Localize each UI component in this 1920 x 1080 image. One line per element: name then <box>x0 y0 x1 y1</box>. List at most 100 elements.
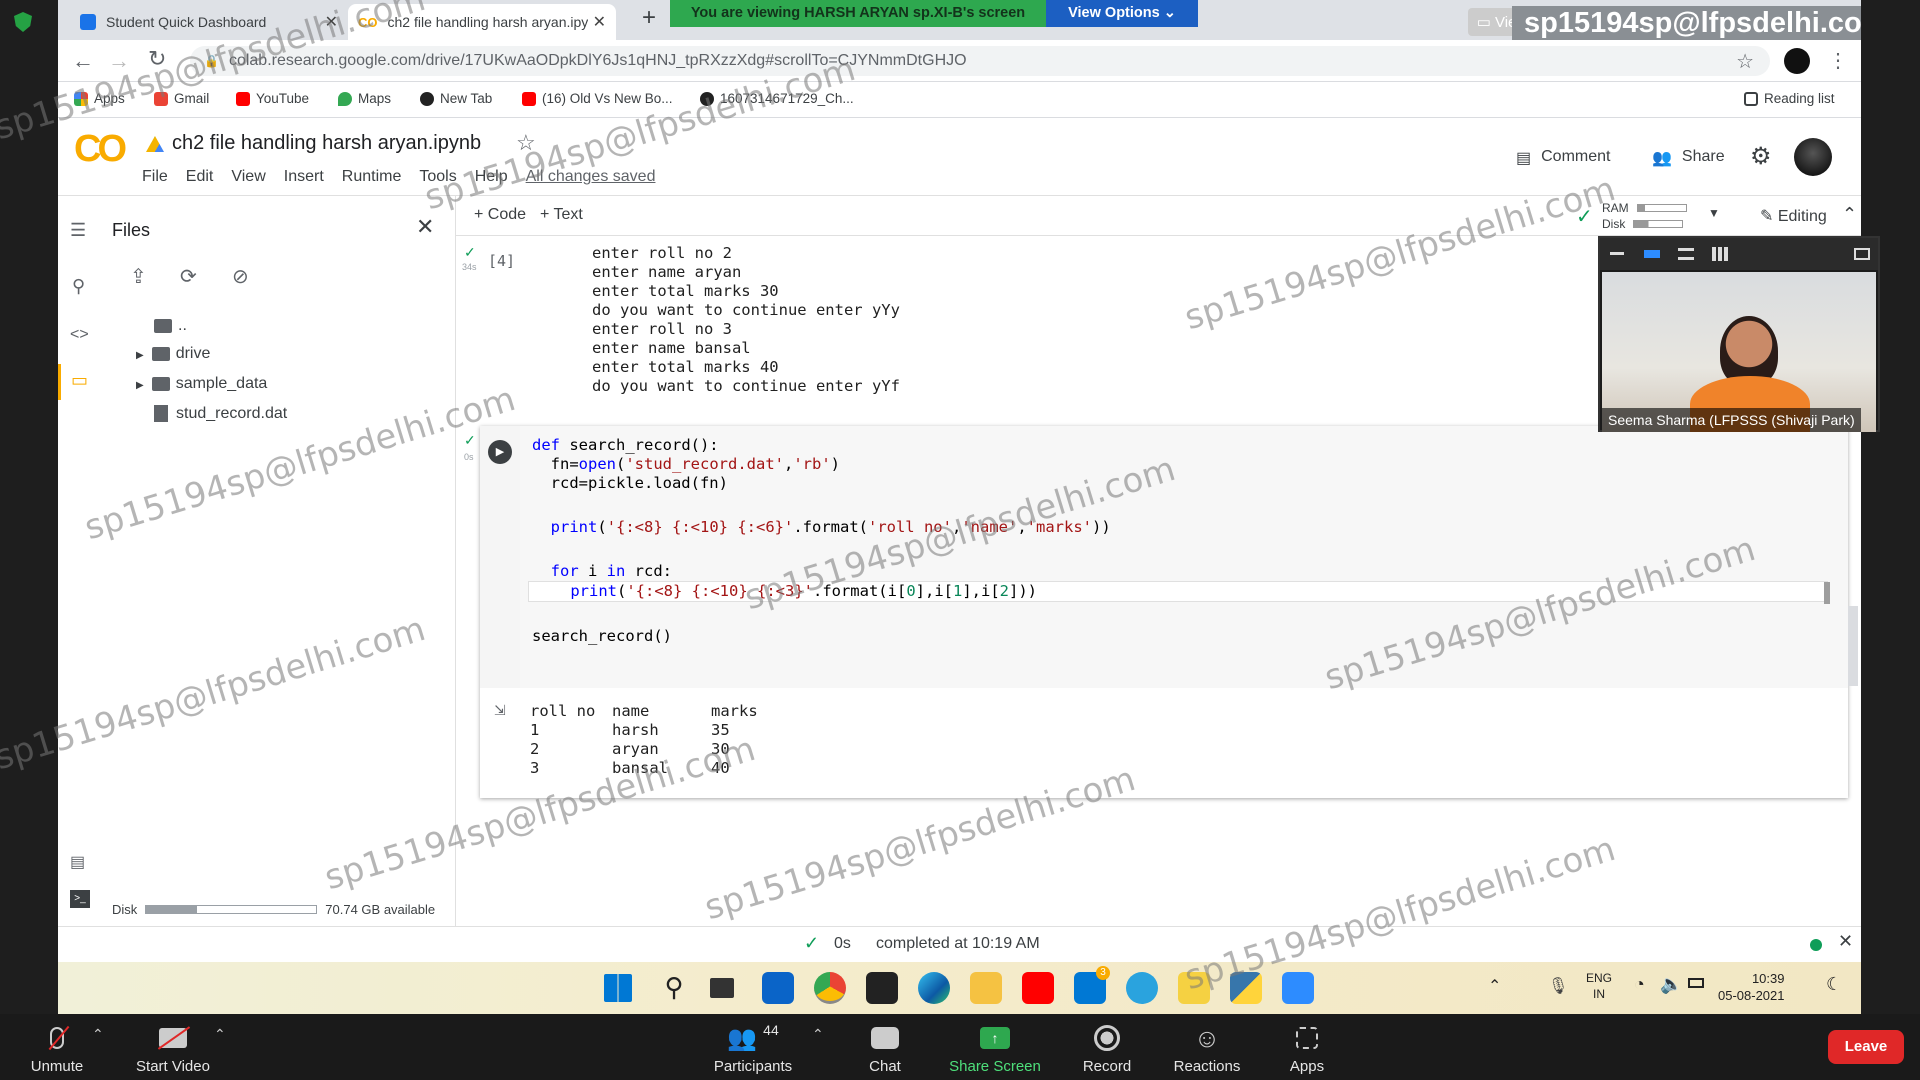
saved-status-link[interactable]: All changes saved <box>526 168 656 186</box>
notebook-scrollbar[interactable] <box>1848 606 1858 686</box>
notification-icon[interactable]: ☾ <box>1826 974 1842 995</box>
video-options-chevron-icon[interactable]: ⌃ <box>214 1026 226 1043</box>
settings-gear-icon[interactable]: ⚙ <box>1750 142 1772 171</box>
star-icon[interactable]: ☆ <box>516 130 536 156</box>
language-indicator[interactable]: ENG IN <box>1586 970 1612 1002</box>
share-button[interactable]: 👥 Share <box>1652 148 1725 168</box>
star-bookmark-icon[interactable]: ☆ <box>1736 49 1754 74</box>
code-snippets-icon[interactable]: <> <box>70 326 89 344</box>
taskbar-search-icon[interactable]: ⚲ <box>658 972 690 1004</box>
python-icon[interactable] <box>1230 972 1262 1004</box>
bookmark-old-vs-new[interactable]: (16) Old Vs New Bo... <box>522 91 673 106</box>
youtube-taskbar-icon[interactable] <box>1022 972 1054 1004</box>
code-cell[interactable]: ▶ def search_record(): fn=open('stud_rec… <box>480 426 1848 798</box>
chat-button[interactable]: Chat <box>830 1022 940 1075</box>
exit-fullscreen-icon[interactable] <box>1854 248 1870 260</box>
view-options-button[interactable]: View Options ⌄ <box>1046 0 1198 27</box>
menu-runtime[interactable]: Runtime <box>342 168 402 186</box>
start-video-button[interactable]: Start Video <box>118 1022 228 1075</box>
leave-button[interactable]: Leave <box>1828 1030 1904 1064</box>
bookmark-gmail[interactable]: Gmail <box>154 91 209 106</box>
file-item-sample-data[interactable]: ▶ sample_data <box>136 370 287 400</box>
expand-arrow-icon[interactable]: ▶ <box>136 350 144 361</box>
wifi-icon[interactable]: ◔ <box>1634 974 1645 995</box>
video-thumbnail[interactable]: Seema Sharma (LFPSSS (Shivaji Park) <box>1598 236 1880 432</box>
back-icon[interactable]: ← <box>72 48 94 74</box>
file-explorer-icon[interactable] <box>970 972 1002 1004</box>
minimize-icon[interactable] <box>1610 252 1624 255</box>
account-avatar[interactable] <box>1794 138 1832 176</box>
url-field[interactable]: 🔒 colab.research.google.com/drive/17UKwA… <box>190 46 1770 76</box>
clock[interactable]: 10:39 05-08-2021 <box>1718 970 1785 1004</box>
command-palette-icon[interactable]: ▤ <box>70 852 85 872</box>
expand-arrow-icon[interactable]: ▶ <box>136 380 144 391</box>
run-cell-icon[interactable]: ▶ <box>488 440 512 464</box>
more-menu-icon[interactable]: ⋮ <box>1828 48 1848 73</box>
terminal-icon[interactable]: >_ <box>70 890 90 908</box>
task-view-icon[interactable] <box>710 978 734 998</box>
reading-list-button[interactable]: Reading list <box>1744 91 1835 106</box>
participants-button[interactable]: 👥 44 Participants <box>698 1022 808 1075</box>
menu-view[interactable]: View <box>231 168 265 186</box>
editor-scrollbar[interactable] <box>1824 582 1830 604</box>
stack-view-icon[interactable] <box>1678 248 1694 260</box>
close-tab-icon[interactable]: ✕ <box>325 12 338 32</box>
close-tab-icon[interactable]: ✕ <box>593 12 606 32</box>
edge-icon[interactable] <box>918 972 950 1004</box>
refresh-folder-icon[interactable]: ⟳ <box>180 264 197 289</box>
tab-student-dashboard[interactable]: Student Quick Dashboard ✕ <box>70 4 348 40</box>
menu-edit[interactable]: Edit <box>186 168 214 186</box>
bookmark-new-tab[interactable]: New Tab <box>420 91 492 106</box>
share-screen-button[interactable]: ↑ Share Screen <box>940 1022 1050 1075</box>
reload-icon[interactable]: ↻ <box>148 46 166 72</box>
unmount-drive-icon[interactable]: ⊘ <box>232 264 249 289</box>
new-tab-icon[interactable]: + <box>642 4 656 32</box>
apps-button[interactable]: Apps <box>1252 1022 1362 1075</box>
drive-icon[interactable] <box>146 136 164 152</box>
add-code-button[interactable]: + Code <box>474 206 526 224</box>
audio-options-chevron-icon[interactable]: ⌃ <box>92 1026 104 1043</box>
zoom-taskbar-icon[interactable] <box>1282 972 1314 1004</box>
windows-start-icon[interactable] <box>604 974 632 1002</box>
notebook-title[interactable]: ch2 file handling harsh aryan.ipynb <box>172 132 481 155</box>
close-status-icon[interactable]: ✕ <box>1838 931 1853 952</box>
collapse-header-icon[interactable]: ⌃ <box>1842 204 1857 225</box>
file-item-drive[interactable]: ▶ drive <box>136 340 287 370</box>
tray-chevron-icon[interactable]: ⌃ <box>1488 976 1501 996</box>
bookmark-maps[interactable]: Maps <box>338 91 391 106</box>
menu-help[interactable]: Help <box>475 168 508 186</box>
bookmark-youtube[interactable]: YouTube <box>236 91 309 106</box>
clear-output-icon[interactable]: ⇲ <box>494 702 506 719</box>
avatar[interactable] <box>1784 48 1810 74</box>
participants-chevron-icon[interactable]: ⌃ <box>812 1026 824 1043</box>
grid-view-icon[interactable] <box>1712 247 1728 261</box>
folder-rail-icon[interactable]: ▭ <box>58 364 98 400</box>
comment-button[interactable]: ▤ Comment <box>1516 148 1610 168</box>
volume-icon[interactable]: 🔈 <box>1660 974 1682 995</box>
search-icon[interactable]: ⚲ <box>72 276 85 297</box>
battery-icon[interactable] <box>1688 978 1704 988</box>
upload-icon[interactable]: ⇪ <box>130 264 147 289</box>
editing-mode-button[interactable]: ✎ Editing <box>1760 206 1827 226</box>
app-icon[interactable] <box>866 972 898 1004</box>
single-view-icon[interactable] <box>1644 250 1660 258</box>
toc-icon[interactable]: ☰ <box>70 220 86 241</box>
menu-tools[interactable]: Tools <box>419 168 456 186</box>
whatsapp-icon[interactable] <box>1178 972 1210 1004</box>
file-item-stud-record[interactable]: stud_record.dat <box>136 400 287 428</box>
record-button[interactable]: Record <box>1052 1022 1162 1075</box>
file-item-parent[interactable]: .. <box>136 312 287 340</box>
bookmark-chapter[interactable]: 1607314671729_Ch... <box>700 91 854 106</box>
reactions-button[interactable]: ☺ Reactions <box>1152 1022 1262 1076</box>
close-panel-icon[interactable]: ✕ <box>416 214 434 240</box>
widgets-icon[interactable] <box>762 972 794 1004</box>
tab-colab-notebook[interactable]: CO ch2 file handling harsh aryan.ipyn ✕ <box>348 4 616 40</box>
code-editor-text[interactable]: def search_record(): fn=open('stud_recor… <box>528 436 1828 646</box>
bookmark-apps[interactable]: Apps <box>74 91 125 106</box>
forward-icon[interactable]: → <box>108 48 130 74</box>
ram-disk-indicator[interactable]: RAM Disk <box>1602 200 1687 232</box>
menu-file[interactable]: File <box>142 168 168 186</box>
add-text-button[interactable]: + Text <box>540 206 583 224</box>
chrome-icon[interactable] <box>814 972 846 1004</box>
telegram-icon[interactable] <box>1126 972 1158 1004</box>
